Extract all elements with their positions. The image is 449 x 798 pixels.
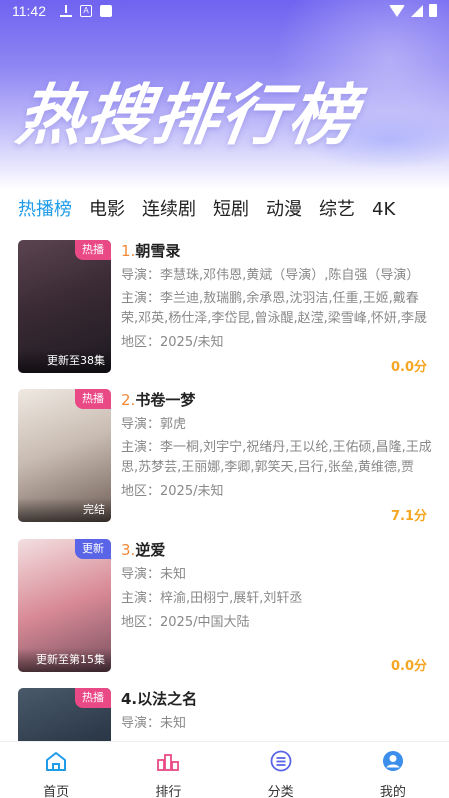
tab-anime[interactable]: 动漫: [266, 196, 302, 226]
list-item[interactable]: 热播 更新至38集 1.朝雪录 导演：李慧珠,邓伟恩,黄斌（导演）,陈自强（导演…: [18, 240, 432, 375]
tab-movie[interactable]: 电影: [89, 196, 125, 226]
square-icon: [100, 5, 112, 17]
item-title[interactable]: 2.书卷一梦: [121, 389, 432, 411]
status-bar: 11:42 A: [0, 0, 449, 24]
title-text: 朝雪录: [135, 242, 181, 260]
title-text: 书卷一梦: [135, 391, 196, 409]
signal-icon: [411, 4, 423, 17]
cast-line: 主演：李兰迪,敖瑞鹏,余承恩,沈羽洁,任重,王姬,戴春荣,邓英,杨仕泽,李岱昆,…: [121, 291, 428, 326]
home-icon: [46, 752, 67, 771]
director-line: 导演：郭虎: [121, 417, 187, 432]
page-title: 热搜排行榜: [11, 77, 363, 154]
cast-line: 主演：李一桐,刘宇宁,祝绪丹,王以纶,王佑硕,昌隆,王成思,苏梦芸,王丽娜,李卿…: [121, 440, 432, 475]
nav-label: 首页: [43, 785, 70, 798]
item-info: 1.朝雪录 导演：李慧珠,邓伟恩,黄斌（导演）,陈自强（导演） 主演：李兰迪,敖…: [121, 240, 432, 353]
ranking-icon: [157, 754, 180, 771]
rank-number: 3.: [121, 541, 136, 559]
rank-number: 2.: [121, 391, 136, 409]
director-line: 导演：未知: [121, 567, 187, 582]
item-title[interactable]: 4.以法之名: [121, 688, 432, 710]
status-badge: 更新: [75, 539, 111, 559]
item-title[interactable]: 1.朝雪录: [121, 240, 432, 262]
nav-label: 我的: [379, 785, 406, 798]
rank-number: 1.: [121, 242, 136, 260]
episode-label: 更新至第15集: [18, 648, 111, 672]
nav-category[interactable]: 分类: [225, 742, 337, 798]
list-item[interactable]: 更新 更新至第15集 3.逆爱 导演：未知 主演：梓渝,田栩宁,展轩,刘轩丞 地…: [18, 539, 432, 674]
item-info: 3.逆爱 导演：未知 主演：梓渝,田栩宁,展轩,刘轩丞 地区：2025/中国大陆: [121, 539, 432, 633]
nav-ranking[interactable]: 排行: [112, 742, 224, 798]
download-icon: [60, 5, 72, 17]
item-title[interactable]: 3.逆爱: [121, 539, 432, 561]
nav-label: 排行: [155, 785, 182, 798]
score: 7.1分: [390, 509, 427, 524]
title-text: 逆爱: [135, 541, 166, 559]
list-item[interactable]: 热播 完结 2.书卷一梦 导演：郭虎 主演：李一桐,刘宇宁,祝绪丹,王以纶,王佑…: [18, 389, 432, 524]
title-text: 以法之名: [137, 690, 198, 708]
status-badge: 热播: [75, 688, 111, 708]
profile-icon: [382, 751, 403, 771]
status-badge: 热播: [75, 389, 111, 409]
tab-hot[interactable]: 热播榜: [18, 196, 72, 226]
nav-label: 分类: [267, 785, 294, 798]
poster[interactable]: 热播 更新至38集: [18, 240, 111, 373]
wifi-icon: [389, 4, 405, 17]
tab-4k[interactable]: 4K: [372, 196, 395, 226]
tab-series[interactable]: 连续剧: [142, 196, 196, 226]
score: 0.0分: [390, 360, 427, 375]
director-line: 导演：李慧珠,邓伟恩,黄斌（导演）,陈自强（导演）: [121, 268, 420, 283]
rank-number: 4.: [121, 690, 138, 708]
status-time: 11:42: [12, 3, 46, 19]
score: 0.0分: [390, 659, 427, 674]
director-line: 导演：未知: [121, 716, 187, 731]
episode-label: 完结: [18, 498, 111, 522]
category-icon: [270, 750, 292, 772]
poster[interactable]: 热播 完结: [18, 389, 111, 522]
status-badge: 热播: [75, 240, 111, 260]
region-line: 地区：2025/未知: [121, 484, 224, 499]
battery-icon: [429, 4, 437, 17]
bottom-nav: 首页 排行 分类 我的: [0, 741, 449, 798]
region-line: 地区：2025/未知: [121, 335, 224, 350]
nav-profile[interactable]: 我的: [337, 742, 449, 798]
episode-label: 更新至38集: [18, 349, 111, 373]
item-info: 4.以法之名 导演：未知: [121, 688, 432, 734]
region-line: 地区：2025/中国大陆: [121, 615, 250, 630]
app-notification-icon: A: [80, 5, 92, 17]
hero-banner: 热搜排行榜: [0, 0, 449, 190]
poster[interactable]: 更新 更新至第15集: [18, 539, 111, 672]
category-tabs: 热播榜 电影 连续剧 短剧 动漫 综艺 4K: [0, 196, 449, 226]
notification-icons: A: [60, 5, 112, 17]
nav-home[interactable]: 首页: [0, 742, 112, 798]
tab-variety[interactable]: 综艺: [319, 196, 355, 226]
cast-line: 主演：梓渝,田栩宁,展轩,刘轩丞: [121, 591, 303, 606]
item-info: 2.书卷一梦 导演：郭虎 主演：李一桐,刘宇宁,祝绪丹,王以纶,王佑硕,昌隆,王…: [121, 389, 432, 502]
tab-short-drama[interactable]: 短剧: [213, 196, 249, 226]
system-icons: [389, 4, 437, 17]
